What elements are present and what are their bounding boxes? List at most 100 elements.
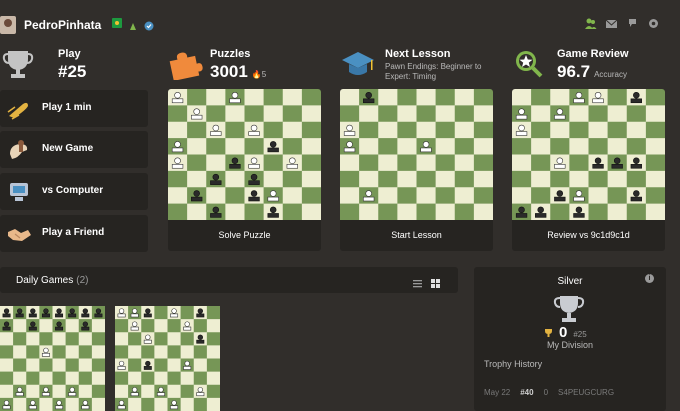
board-square[interactable] <box>26 332 40 346</box>
board-square[interactable] <box>340 89 360 106</box>
board-square[interactable] <box>39 319 53 333</box>
board-square[interactable] <box>206 187 226 204</box>
info-icon[interactable]: i <box>645 274 654 283</box>
help-icon[interactable] <box>626 17 639 30</box>
board-square[interactable] <box>13 319 27 333</box>
settings-icon[interactable] <box>647 17 660 30</box>
play-1-min-button[interactable]: Play 1 min <box>0 90 148 127</box>
board-square[interactable] <box>128 358 142 372</box>
board-square[interactable] <box>454 121 475 139</box>
board-square[interactable] <box>626 138 647 155</box>
new-game-button[interactable]: New Game <box>0 131 148 168</box>
board-square[interactable] <box>206 384 220 399</box>
lesson-stat[interactable]: Next Lesson Pawn Endings: Beginner to Ex… <box>340 46 500 86</box>
board-square[interactable] <box>359 105 379 123</box>
board-square[interactable] <box>206 332 220 346</box>
board-square[interactable] <box>39 358 53 372</box>
board-square[interactable] <box>301 105 321 123</box>
board-square[interactable] <box>588 121 608 139</box>
board-square[interactable] <box>626 203 647 220</box>
board-square[interactable] <box>115 332 129 346</box>
board-square[interactable] <box>588 187 608 204</box>
board-square[interactable] <box>607 187 628 204</box>
board-square[interactable] <box>225 121 245 139</box>
board-square[interactable] <box>435 203 456 220</box>
board-square[interactable] <box>65 319 80 333</box>
board-square[interactable] <box>473 203 493 220</box>
avatar[interactable] <box>0 16 16 34</box>
board-square[interactable] <box>0 332 14 346</box>
board-square[interactable] <box>282 203 303 220</box>
board-square[interactable] <box>569 170 589 188</box>
board-square[interactable] <box>359 170 379 188</box>
board-square[interactable] <box>13 371 27 386</box>
board-square[interactable] <box>141 345 155 359</box>
board-square[interactable] <box>187 154 207 172</box>
board-square[interactable] <box>141 397 155 411</box>
board-square[interactable] <box>397 170 417 188</box>
board-square[interactable] <box>531 170 551 188</box>
league-panel[interactable]: Silver i 0 #25 My Division Trophy Histor… <box>474 267 666 411</box>
board-square[interactable] <box>193 371 208 386</box>
board-square[interactable] <box>206 306 220 320</box>
board-square[interactable] <box>645 154 665 172</box>
board-square[interactable] <box>282 187 303 204</box>
board-square[interactable] <box>588 138 608 155</box>
board-square[interactable] <box>206 397 220 411</box>
board-square[interactable] <box>435 121 456 139</box>
board-square[interactable] <box>193 345 208 359</box>
board-square[interactable] <box>282 170 303 188</box>
username[interactable]: PedroPinhata <box>24 18 101 32</box>
board-square[interactable] <box>282 89 303 106</box>
board-square[interactable] <box>340 170 360 188</box>
board-square[interactable] <box>180 332 195 346</box>
board-square[interactable] <box>282 121 303 139</box>
board-square[interactable] <box>569 121 589 139</box>
board-square[interactable] <box>225 203 245 220</box>
board-square[interactable] <box>531 121 551 139</box>
board-square[interactable] <box>154 397 168 411</box>
board-square[interactable] <box>454 187 475 204</box>
board-square[interactable] <box>168 203 188 220</box>
board-square[interactable] <box>473 89 493 106</box>
board-square[interactable] <box>416 105 436 123</box>
board-square[interactable] <box>206 138 226 155</box>
board-square[interactable] <box>340 105 360 123</box>
board-square[interactable] <box>39 371 53 386</box>
review-board[interactable] <box>512 89 665 220</box>
board-square[interactable] <box>473 170 493 188</box>
board-square[interactable] <box>397 138 417 155</box>
board-square[interactable] <box>359 121 379 139</box>
board-square[interactable] <box>167 345 181 359</box>
review-stat[interactable]: Game Review 96.7 Accuracy <box>512 46 672 86</box>
board-square[interactable] <box>550 138 570 155</box>
board-square[interactable] <box>359 203 379 220</box>
board-square[interactable] <box>550 89 570 106</box>
board-square[interactable] <box>225 105 245 123</box>
board-square[interactable] <box>531 105 551 123</box>
puzzle-board[interactable] <box>168 89 321 220</box>
board-square[interactable] <box>52 332 66 346</box>
board-square[interactable] <box>244 138 264 155</box>
board-square[interactable] <box>26 358 40 372</box>
board-square[interactable] <box>141 384 155 399</box>
board-square[interactable] <box>206 154 226 172</box>
board-square[interactable] <box>378 105 398 123</box>
board-square[interactable] <box>435 170 456 188</box>
board-square[interactable] <box>340 187 360 204</box>
board-square[interactable] <box>193 397 208 411</box>
board-square[interactable] <box>301 154 321 172</box>
board-square[interactable] <box>128 345 142 359</box>
board-square[interactable] <box>588 170 608 188</box>
board-square[interactable] <box>167 319 181 333</box>
board-square[interactable] <box>65 345 80 359</box>
board-square[interactable] <box>473 138 493 155</box>
board-square[interactable] <box>154 371 168 386</box>
board-square[interactable] <box>607 89 628 106</box>
board-square[interactable] <box>78 384 93 399</box>
board-square[interactable] <box>378 187 398 204</box>
board-square[interactable] <box>26 384 40 399</box>
board-square[interactable] <box>645 203 665 220</box>
board-square[interactable] <box>263 89 284 106</box>
board-square[interactable] <box>65 371 80 386</box>
